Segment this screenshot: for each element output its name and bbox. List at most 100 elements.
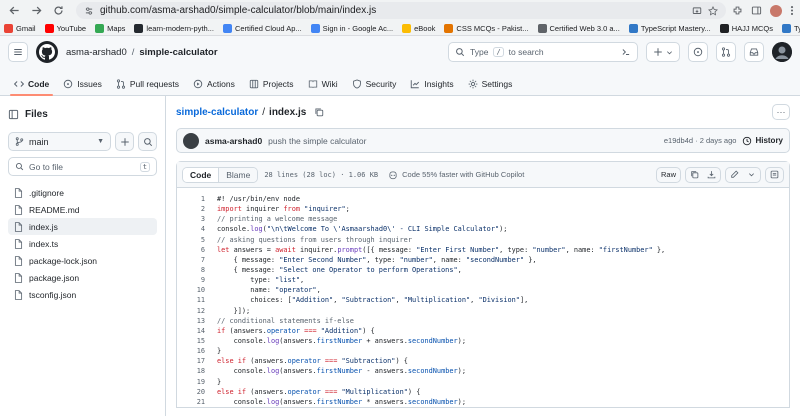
owner-link[interactable]: asma-arshad0 [66,47,127,58]
menu-icon[interactable] [8,42,28,62]
tab-issues[interactable]: Issues [57,79,108,96]
tab-pull-requests[interactable]: Pull requests [110,79,185,96]
file-tree-item[interactable]: package-lock.json [8,252,157,269]
line-number[interactable]: 13 [177,317,217,325]
tab-code-view[interactable]: Code [183,167,220,182]
tab-insights[interactable]: Insights [404,79,459,96]
search-files-button[interactable] [138,132,157,151]
branch-selector[interactable]: main ▼ [8,132,111,151]
line-number[interactable]: 1 [177,195,217,203]
extensions-icon[interactable] [732,5,743,16]
install-app-icon[interactable] [692,6,702,16]
file-tree-item[interactable]: package.json [8,269,157,286]
line-number[interactable]: 19 [177,378,217,386]
line-number[interactable]: 4 [177,225,217,233]
file-tree-item[interactable]: .gitignore [8,184,157,201]
bookmark-item[interactable]: Maps [95,23,125,33]
sidepanel-icon[interactable] [751,5,762,16]
code-viewer[interactable]: 1 #! /usr/bin/env node 2 import inquirer fr… [177,188,789,407]
bookmark-item[interactable]: Certified Web 3.0 a... [537,23,620,33]
inbox-icon[interactable] [744,42,764,62]
line-number[interactable]: 6 [177,246,217,254]
line-number[interactable]: 11 [177,296,217,304]
bookmark-item[interactable]: eBook [402,23,435,33]
create-new-button[interactable] [646,42,680,62]
issues-icon[interactable] [688,42,708,62]
symbols-panel-icon[interactable] [765,166,784,183]
tab-security[interactable]: Security [346,79,403,96]
history-button[interactable]: History [742,136,783,146]
repo-link[interactable]: simple-calculator [139,47,217,58]
file-tree-item[interactable]: tsconfig.json [8,286,157,303]
tab-wiki[interactable]: Wiki [302,79,344,96]
profile-avatar[interactable] [770,4,782,17]
browser-menu-icon[interactable] [790,5,794,16]
line-number[interactable]: 2 [177,205,217,213]
line-number[interactable]: 3 [177,215,217,223]
pull-requests-icon[interactable] [716,42,736,62]
file-tree-item[interactable]: index.ts [8,235,157,252]
bookmark-item[interactable]: CSS MCQs - Pakist... [444,23,529,33]
code-token: #! /usr/bin/env node [217,195,300,204]
commit-author[interactable]: asma-arshad0 [205,136,262,146]
tab-actions[interactable]: Actions [187,79,241,96]
site-info-icon[interactable] [84,6,94,16]
line-number[interactable]: 5 [177,236,217,244]
edit-pencil-icon[interactable] [726,168,743,182]
commit-hash-time[interactable]: e19db4d · 2 days ago [664,136,737,145]
bookmark-item[interactable]: TypeScript Mastery... [628,23,711,33]
reload-icon[interactable] [50,3,66,19]
chevron-down-icon[interactable] [743,168,760,182]
file-tree-item[interactable]: README.md [8,201,157,218]
github-logo-icon[interactable] [36,41,58,63]
line-number[interactable]: 20 [177,388,217,396]
bookmark-item[interactable]: Sign in - Google Ac... [310,23,393,33]
search-shortcut-key: / [493,47,504,57]
line-number[interactable]: 14 [177,327,217,335]
back-arrow-icon[interactable] [6,3,22,19]
line-number[interactable]: 10 [177,286,217,294]
line-number[interactable]: 15 [177,337,217,345]
line-number[interactable]: 16 [177,347,217,355]
tab-projects[interactable]: Projects [243,79,300,96]
path-repo-link[interactable]: simple-calculator [176,107,258,118]
tab-blame-view[interactable]: Blame [219,167,258,182]
commit-author-avatar[interactable] [183,132,199,149]
raw-button[interactable]: Raw [655,166,681,183]
copilot-promo[interactable]: Code 55% faster with GitHub Copilot [388,170,524,180]
tab-code[interactable]: Code [8,79,55,96]
line-number[interactable]: 21 [177,398,217,406]
copy-path-icon[interactable] [314,107,324,117]
line-number[interactable]: 17 [177,357,217,365]
command-palette-icon[interactable] [621,47,631,57]
go-to-file-input[interactable]: Go to file t [8,157,157,176]
more-options-icon[interactable]: ··· [772,104,790,120]
line-number[interactable]: 18 [177,367,217,375]
file-tree-item-label: index.js [29,221,58,232]
copy-content-icon[interactable] [686,168,703,182]
tab-settings[interactable]: Settings [462,79,519,96]
line-number[interactable]: 9 [177,276,217,284]
add-file-button[interactable] [115,132,134,151]
bookmark-item[interactable]: HAJJ MCQs [719,23,773,33]
bookmark-item[interactable]: learn-modern-pyth... [134,23,214,33]
address-url[interactable]: github.com/asma-arshad0/simple-calculato… [100,5,376,16]
code-token: else if [217,357,247,366]
bookmark-item[interactable]: Certified Cloud Ap... [222,23,302,33]
collapse-sidebar-icon[interactable] [8,109,19,120]
forward-arrow-icon[interactable] [28,3,44,19]
bookmark-item[interactable]: Gmail [4,23,36,33]
line-number[interactable]: 8 [177,266,217,274]
search-input[interactable]: Type / to search [448,42,638,62]
bookmark-item[interactable]: TypeScript Assign... [781,23,800,33]
user-avatar[interactable] [772,42,792,62]
bookmark-star-icon[interactable] [708,5,718,16]
address-bar[interactable]: github.com/asma-arshad0/simple-calculato… [76,2,726,19]
line-number[interactable]: 12 [177,307,217,315]
commit-message[interactable]: push the simple calculator [268,136,366,146]
code-token: secondNumber [407,397,458,406]
file-tree-item[interactable]: index.js [8,218,157,235]
download-icon[interactable] [703,168,720,182]
bookmark-item[interactable]: YouTube [44,23,86,33]
line-number[interactable]: 7 [177,256,217,264]
